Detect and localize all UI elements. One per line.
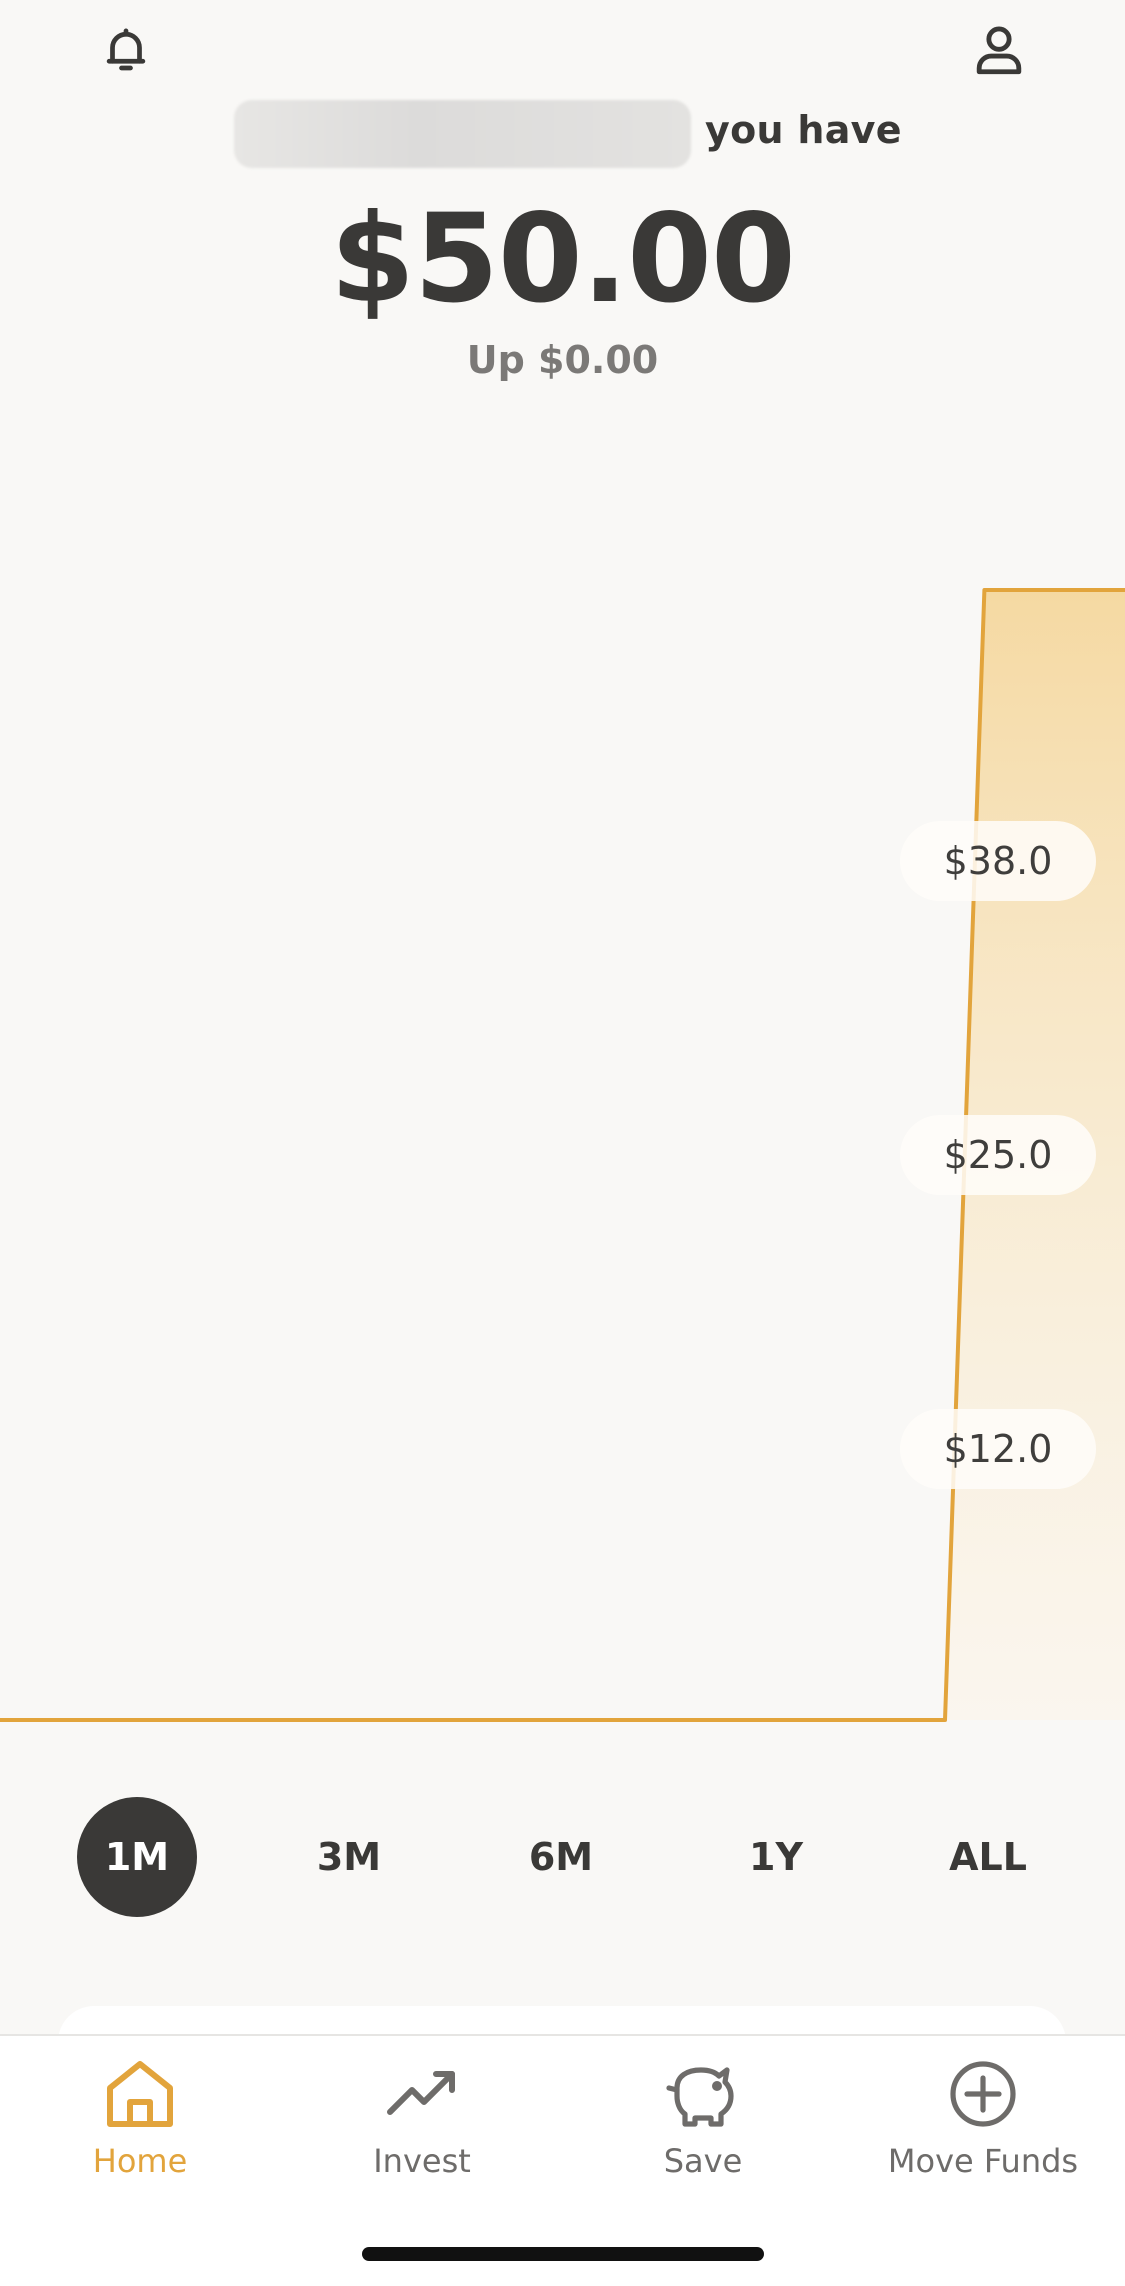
balance-amount: $50.00: [330, 188, 796, 330]
nav-move-funds[interactable]: Move Funds: [863, 2054, 1103, 2194]
nav-invest-label: Invest: [373, 2142, 471, 2180]
range-3m[interactable]: 3M: [289, 1797, 409, 1917]
balance-chart[interactable]: $38.0 $25.0 $12.0: [0, 560, 1125, 1760]
nav-save[interactable]: Save: [583, 2054, 823, 2194]
time-range-selector: 1M 3M 6M 1Y ALL: [0, 1797, 1125, 1917]
balance-header: you have: [0, 100, 1125, 170]
nav-home[interactable]: Home: [20, 2054, 260, 2194]
y-axis-label: $38.0: [900, 821, 1096, 902]
trend-up-icon: [387, 2071, 455, 2115]
piggy-bank-icon: [666, 2067, 734, 2127]
y-axis-label: $25.0: [900, 1115, 1096, 1195]
range-1y[interactable]: 1Y: [716, 1797, 836, 1917]
profile-icon[interactable]: [963, 14, 1035, 86]
balance-change: Up $0.00: [466, 338, 659, 382]
blurred-account-name: [234, 100, 691, 168]
nav-invest[interactable]: Invest: [302, 2054, 542, 2194]
nav-save-label: Save: [663, 2142, 743, 2180]
you-have-label: you have: [705, 108, 902, 152]
home-icon: [107, 2061, 173, 2127]
notifications-bell-icon[interactable]: [90, 14, 162, 86]
nav-move-funds-label: Move Funds: [887, 2142, 1079, 2180]
plus-circle-icon: [950, 2061, 1016, 2127]
range-1m[interactable]: 1M: [77, 1797, 197, 1917]
home-indicator: [362, 2247, 764, 2261]
y-axis-label: $12.0: [900, 1408, 1096, 1489]
nav-home-label: Home: [92, 2142, 188, 2180]
range-6m[interactable]: 6M: [501, 1797, 621, 1917]
range-all[interactable]: ALL: [928, 1797, 1048, 1917]
